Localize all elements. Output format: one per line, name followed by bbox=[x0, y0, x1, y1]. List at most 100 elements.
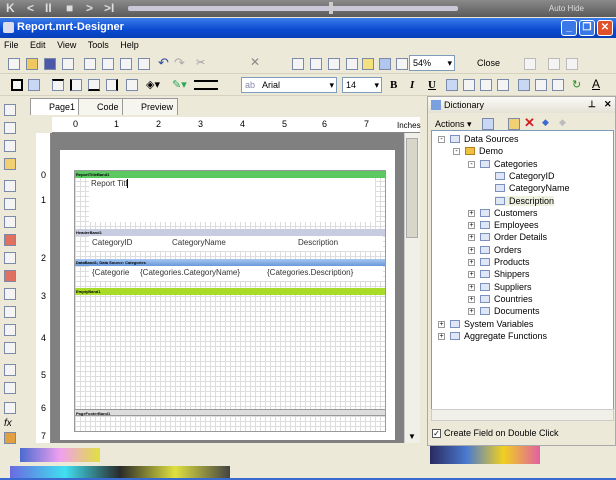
font-select[interactable]: ab Arial ▾ bbox=[241, 77, 337, 93]
tree-item[interactable]: + Shippers bbox=[468, 269, 530, 279]
size-icon[interactable] bbox=[548, 58, 560, 70]
tree-item[interactable]: + Aggregate Functions bbox=[438, 331, 547, 341]
expand-toggle-icon[interactable]: + bbox=[468, 259, 475, 266]
fill-color-icon[interactable]: ◈▾ bbox=[146, 78, 160, 91]
highlight-tool-icon[interactable] bbox=[4, 158, 16, 170]
tree-item[interactable]: CategoryName bbox=[495, 183, 570, 193]
valign-middle-icon[interactable] bbox=[535, 79, 547, 91]
function-icon[interactable]: fx bbox=[4, 418, 12, 429]
menu-tools[interactable]: Tools bbox=[88, 40, 109, 50]
scroll-down-icon[interactable]: ▼ bbox=[408, 432, 416, 441]
pause-button[interactable]: II bbox=[45, 1, 52, 15]
close-button[interactable]: Close bbox=[477, 58, 500, 68]
grid-icon[interactable] bbox=[292, 58, 304, 70]
checkbox-component-icon[interactable] bbox=[4, 342, 16, 354]
align-right-icon[interactable] bbox=[480, 79, 492, 91]
align-icon[interactable] bbox=[524, 58, 536, 70]
tree-item[interactable]: + Suppliers bbox=[468, 282, 532, 292]
valign-top-icon[interactable] bbox=[518, 79, 530, 91]
menu-file[interactable]: File bbox=[4, 40, 19, 50]
tab-page1[interactable]: Page1 bbox=[30, 98, 81, 115]
expand-toggle-icon[interactable]: - bbox=[453, 148, 460, 156]
seek-bar[interactable] bbox=[128, 6, 458, 11]
header-cell[interactable]: CategoryName bbox=[172, 238, 226, 247]
skip-end-button[interactable]: >I bbox=[104, 1, 114, 15]
delete-icon[interactable]: ✕ bbox=[524, 115, 535, 131]
auto-hide-label[interactable]: Auto Hide bbox=[549, 4, 584, 13]
tree-item[interactable]: + Order Details bbox=[468, 232, 547, 242]
valign-bottom-icon[interactable] bbox=[552, 79, 564, 91]
report-title-text[interactable]: Report Titl bbox=[89, 178, 375, 222]
expand-toggle-icon[interactable]: + bbox=[438, 332, 445, 340]
cross-band-tool-icon[interactable] bbox=[4, 198, 16, 210]
table-component-icon[interactable] bbox=[4, 382, 16, 394]
shadow-icon[interactable] bbox=[126, 79, 138, 91]
tree-item[interactable]: - Demo bbox=[453, 146, 503, 156]
expand-toggle-icon[interactable]: + bbox=[468, 295, 475, 303]
page-setup-icon[interactable] bbox=[102, 58, 114, 70]
report-title-band-header[interactable]: ReportTitleBand1 bbox=[75, 171, 385, 178]
page-icon[interactable] bbox=[84, 58, 96, 70]
header-band-header[interactable]: HeaderBand1 bbox=[75, 229, 385, 236]
underline-button[interactable]: U bbox=[428, 79, 436, 91]
spacing-icon[interactable] bbox=[566, 58, 578, 70]
move-up-icon[interactable]: ◆ bbox=[542, 117, 549, 128]
line-component-icon[interactable] bbox=[4, 324, 16, 336]
border-color-icon[interactable]: ✎▾ bbox=[172, 78, 187, 91]
border-left-icon[interactable] bbox=[70, 79, 82, 91]
text-color-button[interactable]: A bbox=[592, 77, 600, 91]
properties-toggle-icon[interactable] bbox=[396, 58, 408, 70]
text-component-icon[interactable] bbox=[4, 234, 16, 246]
save-icon[interactable] bbox=[44, 58, 56, 70]
undo-icon[interactable]: ↶ bbox=[158, 55, 169, 71]
skip-start-button[interactable]: K bbox=[6, 1, 15, 15]
taskbar-item[interactable] bbox=[430, 446, 540, 464]
pin-icon[interactable]: ⊥ bbox=[588, 99, 596, 110]
horizontal-scrollbar[interactable] bbox=[431, 409, 614, 421]
delete-page-icon[interactable] bbox=[120, 58, 132, 70]
font-size-select[interactable]: 14 ▾ bbox=[342, 77, 382, 93]
expand-toggle-icon[interactable]: + bbox=[468, 246, 475, 254]
data-cell[interactable]: {Categories.Description} bbox=[267, 268, 353, 277]
border-style-icon[interactable] bbox=[194, 80, 218, 90]
image-component-icon[interactable] bbox=[4, 270, 16, 282]
headers-icon[interactable] bbox=[328, 58, 340, 70]
expand-toggle-icon[interactable]: + bbox=[468, 234, 475, 242]
dictionary-toggle-icon[interactable] bbox=[379, 58, 391, 70]
tree-item[interactable]: + System Variables bbox=[438, 319, 533, 329]
text-tool-icon[interactable] bbox=[4, 140, 16, 152]
band-tool-icon[interactable] bbox=[4, 180, 16, 192]
expand-toggle-icon[interactable]: + bbox=[468, 209, 475, 217]
subreport-component-icon[interactable] bbox=[4, 364, 16, 376]
expand-toggle-icon[interactable]: + bbox=[468, 271, 475, 279]
delete-icon[interactable]: ✕ bbox=[250, 55, 260, 69]
snap-icon[interactable] bbox=[310, 58, 322, 70]
menu-view[interactable]: View bbox=[57, 40, 76, 50]
rectangle-component-icon[interactable] bbox=[4, 402, 16, 414]
tree-item[interactable]: + Employees bbox=[468, 220, 539, 230]
shape-component-icon[interactable] bbox=[4, 306, 16, 318]
taskbar-item[interactable] bbox=[20, 448, 100, 462]
pan-tool-icon[interactable] bbox=[4, 122, 16, 134]
tree-item[interactable]: + Documents bbox=[468, 306, 540, 316]
open-icon[interactable] bbox=[26, 58, 38, 70]
expand-toggle-icon[interactable]: - bbox=[438, 136, 445, 143]
expand-toggle-icon[interactable]: - bbox=[468, 160, 475, 168]
vertical-scrollbar[interactable]: ▼ bbox=[404, 133, 420, 443]
move-down-icon[interactable]: ◆ bbox=[559, 117, 566, 128]
tree-item[interactable]: + Orders bbox=[468, 245, 522, 255]
expand-toggle-icon[interactable]: + bbox=[438, 320, 445, 328]
border-none-icon[interactable] bbox=[28, 79, 40, 91]
data-cell[interactable]: {Categories.CategoryName} bbox=[140, 268, 240, 277]
tree-item[interactable]: CategoryID bbox=[495, 171, 555, 181]
border-top-icon[interactable] bbox=[52, 79, 64, 91]
expand-toggle-icon[interactable]: + bbox=[468, 308, 475, 316]
page-props-icon[interactable] bbox=[138, 58, 150, 70]
page-footer-band-header[interactable]: PageFooterBand1 bbox=[75, 409, 385, 416]
align-center-icon[interactable] bbox=[463, 79, 475, 91]
rotate-icon[interactable]: ↻ bbox=[572, 78, 581, 91]
border-all-icon[interactable] bbox=[11, 79, 23, 91]
data-band-header[interactable]: DataBand1; Data Source: Categories bbox=[75, 259, 385, 266]
panel-tool-icon[interactable] bbox=[4, 216, 16, 228]
tree-item[interactable]: + Customers bbox=[468, 208, 538, 218]
